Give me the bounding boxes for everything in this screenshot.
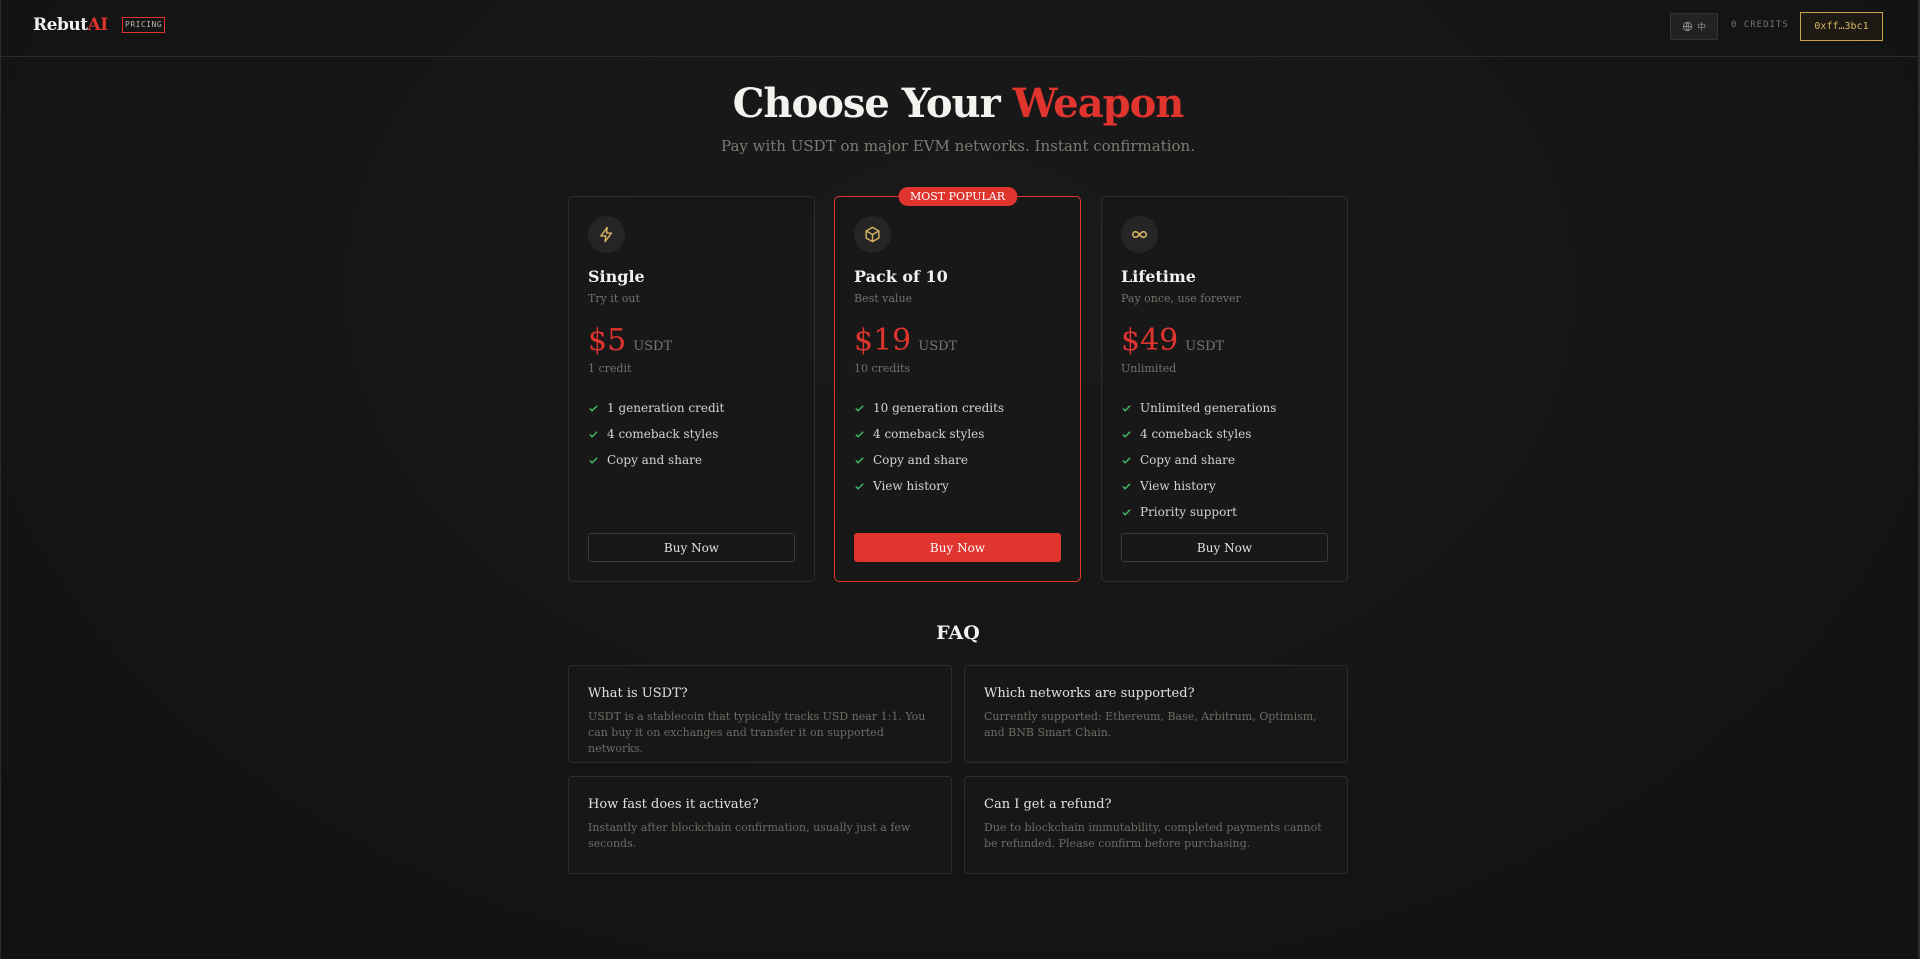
plan-price: $5 [588, 323, 627, 358]
faq-question: Can I get a refund? [984, 797, 1112, 812]
title-main: Choose Your [732, 80, 1001, 127]
feature-item: 4 comeback styles [1121, 421, 1276, 447]
plan-card-lifetime: Lifetime Pay once, use forever $49 USDT … [1101, 196, 1348, 582]
logo-accent: AI [87, 15, 109, 35]
price-row: $5 USDT [588, 323, 672, 358]
plan-price: $19 [854, 323, 912, 358]
faq-question: How fast does it activate? [588, 797, 759, 812]
title-accent: Weapon [1012, 80, 1185, 127]
check-icon [1122, 430, 1131, 438]
buy-now-button-lifetime[interactable]: Buy Now [1121, 533, 1328, 562]
check-icon [1122, 482, 1131, 490]
check-icon [589, 404, 598, 412]
faq-answer: Due to blockchain immutability, complete… [984, 821, 1322, 850]
check-icon [589, 456, 598, 464]
plan-currency: USDT [1185, 339, 1225, 354]
plan-currency: USDT [633, 339, 673, 354]
language-toggle-button[interactable]: 中 [1670, 13, 1718, 40]
logo-main: Rebut [33, 15, 88, 35]
feature-text: 10 generation credits [873, 401, 1005, 415]
feature-item: Priority support [1121, 499, 1276, 525]
feature-text: 1 generation credit [607, 401, 725, 415]
package-icon [865, 226, 880, 243]
check-icon [1122, 456, 1131, 464]
feature-item: View history [1121, 473, 1276, 499]
credits-counter: 0 CREDITS [1731, 20, 1789, 30]
check-icon [855, 456, 864, 464]
faq-answer: USDT is a stablecoin that typically trac… [588, 710, 926, 755]
feature-item: 4 comeback styles [588, 421, 724, 447]
feature-text: Copy and share [607, 453, 702, 467]
plan-name: Lifetime [1121, 267, 1196, 286]
feature-text: 4 comeback styles [1140, 427, 1252, 441]
feature-list: Unlimited generations 4 comeback styles … [1121, 395, 1276, 525]
check-icon [855, 430, 864, 438]
check-icon [855, 404, 864, 412]
page-title: Choose Your Weapon [1, 80, 1915, 127]
buy-now-button-pack[interactable]: Buy Now [854, 533, 1061, 562]
plan-icon-wrap [588, 216, 625, 253]
check-icon [589, 430, 598, 438]
plan-tagline: Pay once, use forever [1121, 292, 1241, 305]
feature-item: Copy and share [854, 447, 1004, 473]
lightning-icon [600, 226, 613, 243]
faq-item-usdt: What is USDT? USDT is a stablecoin that … [568, 665, 952, 763]
plan-credit-note: Unlimited [1121, 362, 1177, 375]
plan-icon-wrap [854, 216, 891, 253]
feature-item: 1 generation credit [588, 395, 724, 421]
feature-item: Copy and share [588, 447, 724, 473]
feature-text: View history [873, 479, 949, 493]
logo[interactable]: RebutAI [33, 15, 108, 35]
feature-text: 4 comeback styles [607, 427, 719, 441]
feature-text: Unlimited generations [1140, 401, 1277, 415]
faq-item-networks: Which networks are supported? Currently … [964, 665, 1348, 763]
feature-text: Priority support [1140, 505, 1237, 519]
faq-answer: Currently supported: Ethereum, Base, Arb… [984, 710, 1317, 739]
faq-question: Which networks are supported? [984, 686, 1195, 701]
feature-item: Unlimited generations [1121, 395, 1276, 421]
globe-icon [1682, 21, 1693, 32]
feature-item: View history [854, 473, 1004, 499]
feature-list: 1 generation credit 4 comeback styles Co… [588, 395, 724, 473]
plan-credit-note: 10 credits [854, 362, 911, 375]
price-row: $19 USDT [854, 323, 957, 358]
check-icon [1122, 508, 1131, 516]
plan-currency: USDT [918, 339, 958, 354]
faq-heading: FAQ [936, 622, 980, 644]
feature-text: Copy and share [1140, 453, 1235, 467]
faq-item-activation: How fast does it activate? Instantly aft… [568, 776, 952, 874]
price-row: $49 USDT [1121, 323, 1224, 358]
check-icon [1122, 404, 1131, 412]
plan-icon-wrap [1121, 216, 1158, 253]
page-subtitle: Pay with USDT on major EVM networks. Ins… [721, 137, 1195, 155]
feature-item: 10 generation credits [854, 395, 1004, 421]
plan-name: Pack of 10 [854, 267, 948, 286]
page-badge: PRICING [122, 17, 166, 33]
feature-item: 4 comeback styles [854, 421, 1004, 447]
feature-text: Copy and share [873, 453, 968, 467]
faq-answer: Instantly after blockchain confirmation,… [588, 821, 911, 850]
feature-text: 4 comeback styles [873, 427, 985, 441]
check-icon [855, 482, 864, 490]
faq-question: What is USDT? [588, 686, 688, 701]
language-label: 中 [1696, 23, 1706, 33]
plan-price: $49 [1121, 323, 1179, 358]
plan-credit-note: 1 credit [588, 362, 632, 375]
plan-card-pack: MOST POPULAR Pack of 10 Best value $19 U… [834, 187, 1081, 582]
plan-name: Single [588, 267, 645, 286]
most-popular-badge: MOST POPULAR [897, 187, 1018, 206]
plan-tagline: Try it out [588, 292, 640, 305]
wallet-button[interactable]: 0xff…3bc1 [1800, 12, 1883, 41]
feature-list: 10 generation credits 4 comeback styles … [854, 395, 1004, 499]
top-navbar: RebutAI PRICING 中 0 CREDITS 0xff…3bc1 [1, 0, 1920, 57]
feature-text: View history [1140, 479, 1216, 493]
faq-item-refund: Can I get a refund? Due to blockchain im… [964, 776, 1348, 874]
plan-tagline: Best value [854, 292, 913, 305]
feature-item: Copy and share [1121, 447, 1276, 473]
buy-now-button-single[interactable]: Buy Now [588, 533, 795, 562]
page: RebutAI PRICING 中 0 CREDITS 0xff…3bc1 Ch… [0, 0, 1920, 959]
infinity-icon [1132, 230, 1147, 239]
plan-card-single: Single Try it out $5 USDT 1 credit 1 gen… [568, 196, 815, 582]
